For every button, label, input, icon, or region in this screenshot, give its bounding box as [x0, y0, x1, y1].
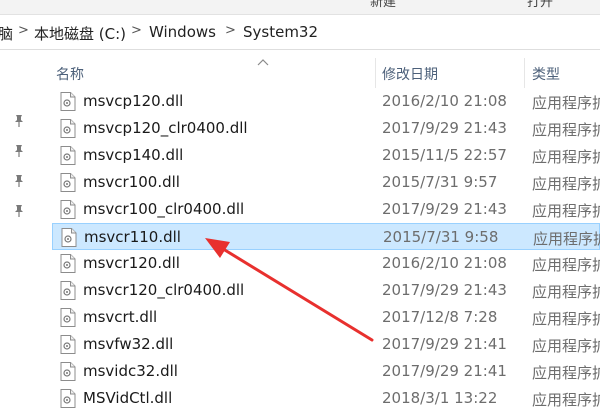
column-header-date[interactable]: 修改日期 — [382, 64, 438, 84]
file-date: 2016/2/10 21:08 — [382, 254, 507, 272]
ribbon-new-label[interactable]: 新建 — [370, 0, 396, 10]
file-type: 应用程序扩 — [532, 121, 600, 139]
file-row[interactable]: msvcr100.dll 2015/7/31 9:57 应用程序扩 — [52, 169, 600, 196]
dll-file-icon — [60, 281, 76, 300]
file-row[interactable]: msvcp140.dll 2015/11/5 22:57 应用程序扩 — [52, 142, 600, 169]
file-name: msvcp140.dll — [83, 146, 184, 164]
dll-file-icon — [60, 362, 76, 381]
file-row[interactable]: msvcr120.dll 2016/2/10 21:08 应用程序扩 — [52, 250, 600, 277]
dll-file-icon — [60, 389, 76, 408]
column-header-row: 名称 修改日期 类型 — [52, 58, 600, 88]
file-date: 2017/12/8 7:28 — [382, 308, 498, 326]
file-date: 2017/9/29 21:43 — [382, 119, 507, 137]
file-row[interactable]: msvidc32.dll 2017/9/29 21:41 应用程序扩 — [52, 358, 600, 385]
pin-icon[interactable] — [12, 144, 26, 158]
chevron-right-icon[interactable]: > — [225, 23, 236, 38]
file-type: 应用程序扩 — [532, 148, 600, 166]
file-date: 2018/3/1 13:22 — [382, 389, 498, 407]
chevron-right-icon[interactable]: > — [18, 23, 29, 38]
dll-file-icon — [61, 228, 77, 247]
file-row[interactable]: msvcp120.dll 2016/2/10 21:08 应用程序扩 — [52, 88, 600, 115]
file-list: msvcp120.dll 2016/2/10 21:08 应用程序扩 msvcp120… — [52, 88, 600, 409]
file-row-selected[interactable]: msvcr110.dll 2015/7/31 9:58 应用程序扩 — [52, 223, 600, 250]
file-name: msvcr100.dll — [83, 173, 180, 191]
file-date: 2017/9/29 21:43 — [382, 200, 507, 218]
column-divider[interactable] — [524, 58, 525, 88]
file-row[interactable]: msvcrt.dll 2017/12/8 7:28 应用程序扩 — [52, 304, 600, 331]
file-date: 2015/7/31 9:57 — [382, 173, 498, 191]
file-name: msvfw32.dll — [83, 335, 174, 353]
dll-file-icon — [60, 173, 76, 192]
file-name: msvcr110.dll — [84, 228, 181, 246]
pin-icon[interactable] — [12, 174, 26, 188]
column-divider[interactable] — [375, 58, 376, 88]
breadcrumb-root-fragment[interactable]: 脑 — [0, 23, 13, 44]
file-date: 2017/9/29 21:41 — [382, 335, 507, 353]
file-type: 应用程序扩 — [532, 175, 600, 193]
dll-file-icon — [60, 254, 76, 273]
file-row[interactable]: msvcr100_clr0400.dll 2017/9/29 21:43 应用程序扩 — [52, 196, 600, 223]
pin-icon[interactable] — [12, 204, 26, 218]
file-name: msvcr120_clr0400.dll — [83, 281, 245, 299]
file-row[interactable]: msvcr120_clr0400.dll 2017/9/29 21:43 应用程序扩 — [52, 277, 600, 304]
file-date: 2016/2/10 21:08 — [382, 92, 507, 110]
file-row[interactable]: msvcp120_clr0400.dll 2017/9/29 21:43 应用程序扩 — [52, 115, 600, 142]
dll-file-icon — [60, 308, 76, 327]
file-date: 2015/11/5 22:57 — [382, 146, 507, 164]
file-name: msvidc32.dll — [83, 362, 178, 380]
sort-up-icon — [257, 59, 269, 66]
ribbon-open-label[interactable]: 打开 — [527, 0, 553, 10]
file-type: 应用程序扩 — [533, 230, 600, 248]
file-name: msvcp120.dll — [83, 92, 184, 110]
navigation-pane — [0, 50, 52, 400]
file-type: 应用程序扩 — [532, 310, 600, 328]
file-name: msvcrt.dll — [83, 308, 158, 326]
file-date: 2017/9/29 21:43 — [382, 281, 507, 299]
dll-file-icon — [60, 335, 76, 354]
file-name: msvcr120.dll — [83, 254, 180, 272]
dll-file-icon — [60, 119, 76, 138]
file-name: msvcp120_clr0400.dll — [83, 119, 248, 137]
file-date: 2017/9/29 21:41 — [382, 362, 507, 380]
file-type: 应用程序扩 — [532, 337, 600, 355]
file-type: 应用程序扩 — [532, 283, 600, 301]
file-type: 应用程序扩 — [532, 364, 600, 382]
dll-file-icon — [60, 200, 76, 219]
file-name: MSVidCtl.dll — [83, 389, 173, 407]
file-row[interactable]: MSVidCtl.dll 2018/3/1 13:22 应用程序扩 — [52, 385, 600, 412]
breadcrumb-system32[interactable]: System32 — [243, 23, 318, 41]
pin-icon[interactable] — [12, 114, 26, 128]
dll-file-icon — [60, 92, 76, 111]
column-header-name[interactable]: 名称 — [56, 64, 84, 84]
file-type: 应用程序扩 — [532, 202, 600, 220]
file-date: 2015/7/31 9:58 — [383, 228, 499, 246]
file-name: msvcr100_clr0400.dll — [83, 200, 245, 218]
file-row[interactable]: msvfw32.dll 2017/9/29 21:41 应用程序扩 — [52, 331, 600, 358]
address-bar[interactable]: 脑 > 本地磁盘 (C:) > Windows > System32 — [0, 15, 600, 50]
column-header-type[interactable]: 类型 — [532, 64, 560, 84]
dll-file-icon — [60, 146, 76, 165]
file-type: 应用程序扩 — [532, 94, 600, 112]
chevron-right-icon[interactable]: > — [131, 23, 142, 38]
ribbon-strip: 新建 打开 — [0, 0, 600, 15]
breadcrumb-windows[interactable]: Windows — [149, 23, 216, 41]
breadcrumb-drive-c[interactable]: 本地磁盘 (C:) — [34, 23, 126, 44]
file-type: 应用程序扩 — [532, 256, 600, 274]
